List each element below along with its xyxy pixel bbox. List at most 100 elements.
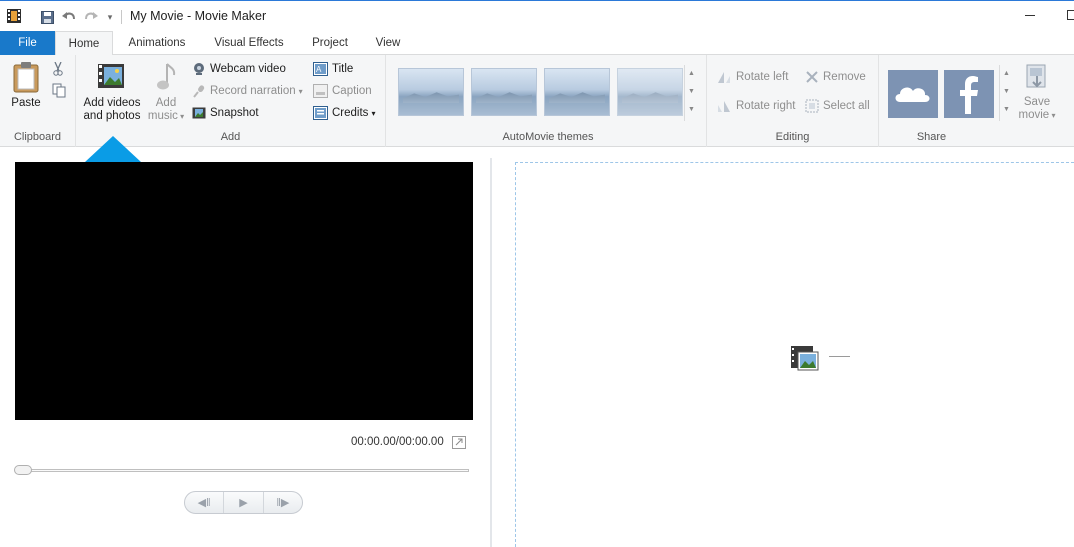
microphone-icon	[193, 85, 205, 98]
scissors-icon	[53, 62, 63, 76]
save-quick-icon[interactable]	[39, 8, 55, 26]
credits-icon	[313, 106, 328, 120]
automovie-themes-group: ▲ ▼ ▼ AutoMovie themes	[390, 55, 707, 147]
undo-icon[interactable]	[61, 8, 77, 26]
gallery-down-icon[interactable]: ▼	[685, 83, 698, 101]
tab-project[interactable]: Project	[303, 31, 357, 55]
record-narration-button[interactable]: Record narration ▾	[192, 84, 303, 98]
onedrive-cloud-icon	[895, 87, 930, 102]
clipboard-group-label: Clipboard	[13, 131, 62, 143]
gallery-up-icon[interactable]: ▲	[685, 65, 698, 83]
rotate-right-label: Rotate right	[736, 100, 796, 112]
clipboard-icon	[13, 62, 39, 93]
video-preview[interactable]	[15, 162, 473, 420]
share-up-icon[interactable]: ▲	[1000, 65, 1013, 83]
play-icon[interactable]: ▶	[224, 492, 264, 513]
customize-qat-icon[interactable]: ▾	[104, 8, 116, 26]
select-all-icon	[805, 99, 819, 113]
copy-icon	[52, 83, 66, 98]
onedrive-share-button[interactable]	[888, 70, 938, 118]
tab-file[interactable]: File	[0, 31, 55, 55]
add-videos-line2: and photos	[83, 110, 141, 122]
redo-icon[interactable]	[83, 8, 99, 26]
add-music-line2: music ▾	[148, 110, 184, 123]
storyboard-placeholder-line	[829, 356, 850, 357]
previous-frame-icon[interactable]: ◀‖	[185, 492, 225, 513]
add-music-dropdown-icon: ▾	[177, 112, 185, 121]
pane-splitter[interactable]	[490, 158, 492, 547]
share-expand-icon[interactable]: ▼	[1000, 101, 1013, 119]
save-movie-button[interactable]: Save movie ▾	[1016, 62, 1058, 122]
window-title: My Movie - Movie Maker	[130, 9, 267, 23]
themes-gallery-scroll[interactable]: ▲ ▼ ▼	[684, 65, 698, 121]
save-movie-line1: Save	[1023, 96, 1051, 108]
title-bar: ▾ My Movie - Movie Maker	[0, 0, 1074, 31]
add-group: Add videos and photos Add music ▾ Webcam…	[76, 55, 386, 147]
select-all-button[interactable]: Select all	[805, 99, 870, 113]
storyboard-placeholder-icon	[791, 346, 819, 371]
title-button[interactable]: A Title	[313, 62, 353, 76]
add-videos-line1: Add videos	[83, 97, 141, 109]
caption-icon	[313, 84, 328, 98]
playback-time: 00:00.00/00:00.00	[351, 436, 444, 448]
share-group-label: Share	[916, 131, 947, 143]
remove-label: Remove	[823, 71, 866, 83]
tab-visual-effects[interactable]: Visual Effects	[206, 31, 292, 55]
record-narration-label: Record narration	[210, 85, 296, 97]
maximize-icon[interactable]	[1067, 10, 1074, 20]
tab-home[interactable]: Home	[55, 31, 113, 56]
ribbon: Paste Clipboard Add videos and photos Ad…	[0, 55, 1074, 147]
remove-icon	[806, 71, 818, 83]
rotate-right-icon	[718, 101, 730, 112]
facebook-share-button[interactable]	[944, 70, 994, 118]
minimize-icon[interactable]	[1025, 15, 1035, 16]
title-icon: A	[313, 62, 328, 76]
player-controls: ◀‖ ▶ ‖▶	[184, 491, 303, 514]
share-group: ▲ ▼ ▼ Save movie ▾ Share	[879, 55, 1074, 147]
save-movie-line2: movie ▾	[1019, 109, 1056, 122]
webcam-video-label: Webcam video	[210, 63, 286, 75]
svg-text:A: A	[316, 65, 322, 74]
rotate-right-button[interactable]: Rotate right	[716, 99, 795, 113]
seek-bar-thumb[interactable]	[14, 465, 32, 475]
add-videos-photos-icon	[98, 64, 124, 88]
rotate-left-label: Rotate left	[736, 71, 789, 83]
rotate-left-button[interactable]: Rotate left	[716, 70, 788, 84]
copy-button[interactable]	[52, 83, 66, 98]
seek-bar[interactable]	[20, 469, 469, 472]
paste-label: Paste	[11, 97, 41, 109]
next-frame-icon[interactable]: ‖▶	[264, 492, 302, 513]
editing-group: Rotate left Rotate right Remove Select a…	[707, 55, 879, 147]
fullscreen-icon[interactable]	[452, 436, 466, 449]
snapshot-button[interactable]: Snapshot	[192, 106, 259, 120]
theme-thumbnail-3[interactable]	[544, 68, 610, 116]
theme-thumbnail-4[interactable]	[617, 68, 683, 116]
title-label: Title	[332, 63, 354, 75]
add-music-button[interactable]: Add music ▾	[146, 62, 186, 123]
gallery-expand-icon[interactable]: ▼	[685, 101, 698, 119]
cut-button[interactable]	[52, 62, 64, 76]
movie-maker-app-icon	[7, 9, 21, 23]
remove-button[interactable]: Remove	[805, 70, 866, 84]
tab-view[interactable]: View	[366, 31, 410, 55]
theme-thumbnail-2[interactable]	[471, 68, 537, 116]
facebook-icon	[960, 76, 978, 114]
caption-button[interactable]: Caption	[313, 84, 372, 98]
save-movie-icon	[1026, 64, 1046, 88]
paste-button[interactable]: Paste	[4, 61, 48, 110]
caption-label: Caption	[332, 85, 372, 97]
webcam-video-button[interactable]: Webcam video	[192, 62, 286, 76]
rotate-left-icon	[718, 72, 730, 83]
ribbon-tabs: File Home Animations Visual Effects Proj…	[0, 31, 1074, 56]
tab-animations[interactable]: Animations	[120, 31, 194, 55]
credits-dropdown-icon: ▾	[371, 108, 376, 118]
credits-button[interactable]: Credits ▾	[313, 106, 375, 120]
add-videos-photos-button[interactable]: Add videos and photos	[80, 62, 144, 123]
share-down-icon[interactable]: ▼	[1000, 83, 1013, 101]
share-gallery-scroll[interactable]: ▲ ▼ ▼	[999, 65, 1013, 121]
credits-label: Credits	[332, 107, 369, 119]
record-narration-dropdown-icon: ▾	[298, 86, 303, 96]
save-movie-line2-text: movie	[1018, 109, 1050, 121]
theme-thumbnail-1[interactable]	[398, 68, 464, 116]
music-note-icon	[157, 63, 176, 90]
